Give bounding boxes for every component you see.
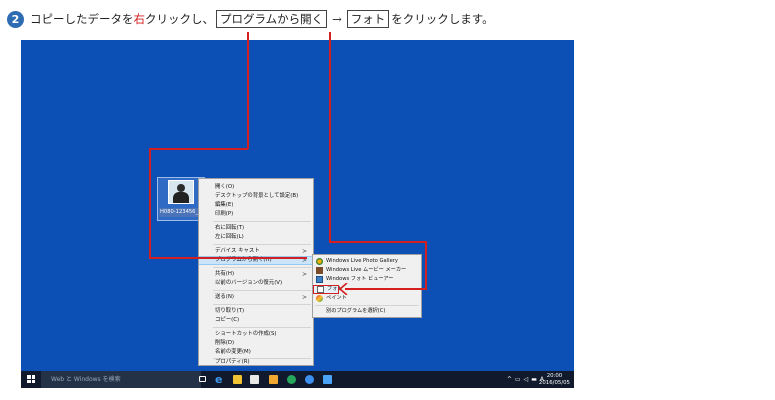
menu-item-print[interactable]: 印刷(P) (199, 210, 313, 219)
annotation-line (149, 148, 151, 258)
menu-separator (213, 304, 311, 305)
menu-item-properties[interactable]: プロパティ(R) (199, 358, 313, 367)
annotation-arrow-icon (339, 283, 348, 295)
taskbar-clock[interactable]: 20:00 2016/05/05 (539, 373, 570, 386)
photo-viewer-icon (316, 276, 323, 283)
photo-gallery-icon (316, 258, 323, 265)
app-icon[interactable] (323, 375, 332, 384)
submenu-item-choose-other[interactable]: 別のプログラムを選択(C) (313, 307, 421, 316)
instruction-arrow: → (332, 12, 342, 26)
menu-item-cut[interactable]: 切り取り(T) (199, 307, 313, 316)
submenu-item-label: Windows Live ムービー メーカー (326, 267, 407, 273)
menu-separator (213, 221, 311, 222)
annotation-line (149, 257, 307, 259)
submenu-item-photo-gallery[interactable]: Windows Live Photo Gallery (313, 257, 421, 266)
annotation-line (345, 288, 427, 290)
search-placeholder: Web と Windows を検索 (51, 376, 121, 383)
instruction-text-after-right: クリックし、 (145, 12, 214, 26)
menu-item-rotate-left[interactable]: 左に回転(L) (199, 233, 313, 242)
chevron-right-icon: > (301, 294, 307, 301)
store-icon[interactable] (250, 375, 259, 384)
photos-app-icon (317, 286, 324, 293)
submenu-item-label: Windows Live Photo Gallery (326, 258, 398, 264)
app-icon[interactable] (305, 375, 314, 384)
movie-maker-icon (316, 267, 323, 274)
menu-item-share[interactable]: 共有(H) > (199, 270, 313, 279)
instruction-text-end: をクリックします。 (391, 12, 494, 26)
chevron-right-icon: > (301, 248, 307, 255)
menu-item-share-label: 共有(H) (215, 271, 235, 277)
menu-item-open[interactable]: 開く(O) (199, 183, 313, 192)
step-number-badge: 2 (7, 10, 24, 28)
annotation-line (247, 32, 249, 149)
photo-thumbnail-icon (168, 180, 194, 204)
menu-item-send-to[interactable]: 送る(N) > (199, 293, 313, 302)
submenu-item-label: ペイント (326, 295, 347, 301)
edge-icon[interactable]: e (215, 374, 224, 385)
menu-separator (213, 267, 311, 268)
instruction-photos-box: フォト (346, 10, 390, 28)
volume-icon[interactable]: ◁ (524, 376, 529, 383)
annotation-line (329, 32, 331, 242)
menu-separator (315, 305, 419, 306)
context-menu: 開く(O) デスクトップの背景として設定(B) 編集(E) 印刷(P) 右に回転… (198, 178, 314, 366)
submenu-item-photos[interactable]: フォト (313, 285, 343, 294)
menu-separator (213, 327, 311, 328)
open-with-submenu: Windows Live Photo Gallery Windows Live … (312, 254, 422, 318)
menu-item-create-shortcut[interactable]: ショートカットの作成(S) (199, 330, 313, 339)
menu-item-edit[interactable]: 編集(E) (199, 201, 313, 210)
menu-item-send-to-label: 送る(N) (215, 294, 235, 300)
menu-item-rotate-right[interactable]: 右に回転(T) (199, 224, 313, 233)
taskbar: Web と Windows を検索 e ^ ▭ ◁ ▬ A 20:00 2016… (21, 371, 574, 388)
app-icon[interactable] (269, 375, 278, 384)
clock-date: 2016/05/05 (538, 379, 570, 386)
annotation-line (149, 148, 248, 150)
annotation-line (329, 241, 426, 243)
menu-separator (213, 244, 311, 245)
instruction-open-with-box: プログラムから開く (216, 10, 328, 28)
windows-logo-icon[interactable] (27, 375, 35, 383)
menu-item-set-background[interactable]: デスクトップの背景として設定(B) (199, 192, 313, 201)
menu-item-rename[interactable]: 名前の変更(M) (199, 348, 313, 357)
menu-item-restore-versions[interactable]: 以前のバージョンの復元(V) (199, 279, 313, 288)
menu-item-copy[interactable]: コピー(C) (199, 316, 313, 325)
instruction-text-before: コピーしたデータを (30, 12, 134, 26)
explorer-icon[interactable] (233, 375, 242, 384)
instruction-right-text: 右 (133, 12, 146, 26)
submenu-item-label: Windows フォト ビューアー (326, 276, 394, 282)
menu-item-delete[interactable]: 削除(D) (199, 339, 313, 348)
network-icon[interactable]: ▭ (515, 376, 521, 383)
menu-item-cast-to-device[interactable]: デバイス キャスト > (199, 247, 313, 256)
chevron-right-icon: > (301, 271, 307, 278)
submenu-item-paint[interactable]: ペイント (313, 294, 421, 303)
annotation-line (425, 241, 427, 289)
message-icon[interactable]: ▬ (531, 376, 537, 383)
file-name-label[interactable]: H080-123456_C (159, 208, 201, 217)
chevron-up-icon[interactable]: ^ (507, 376, 512, 383)
instruction-line: 2 コピーしたデータを 右 クリックし、 プログラムから開く → フォト をクリ… (7, 6, 494, 32)
task-view-icon[interactable] (199, 376, 206, 382)
taskbar-search-box[interactable]: Web と Windows を検索 (41, 371, 201, 388)
paint-icon (316, 295, 323, 302)
menu-item-cast-label: デバイス キャスト (215, 248, 260, 254)
submenu-item-movie-maker[interactable]: Windows Live ムービー メーカー (313, 266, 421, 275)
menu-separator (213, 290, 311, 291)
submenu-item-photo-viewer[interactable]: Windows フォト ビューアー (313, 275, 421, 284)
app-icon[interactable] (287, 375, 296, 384)
